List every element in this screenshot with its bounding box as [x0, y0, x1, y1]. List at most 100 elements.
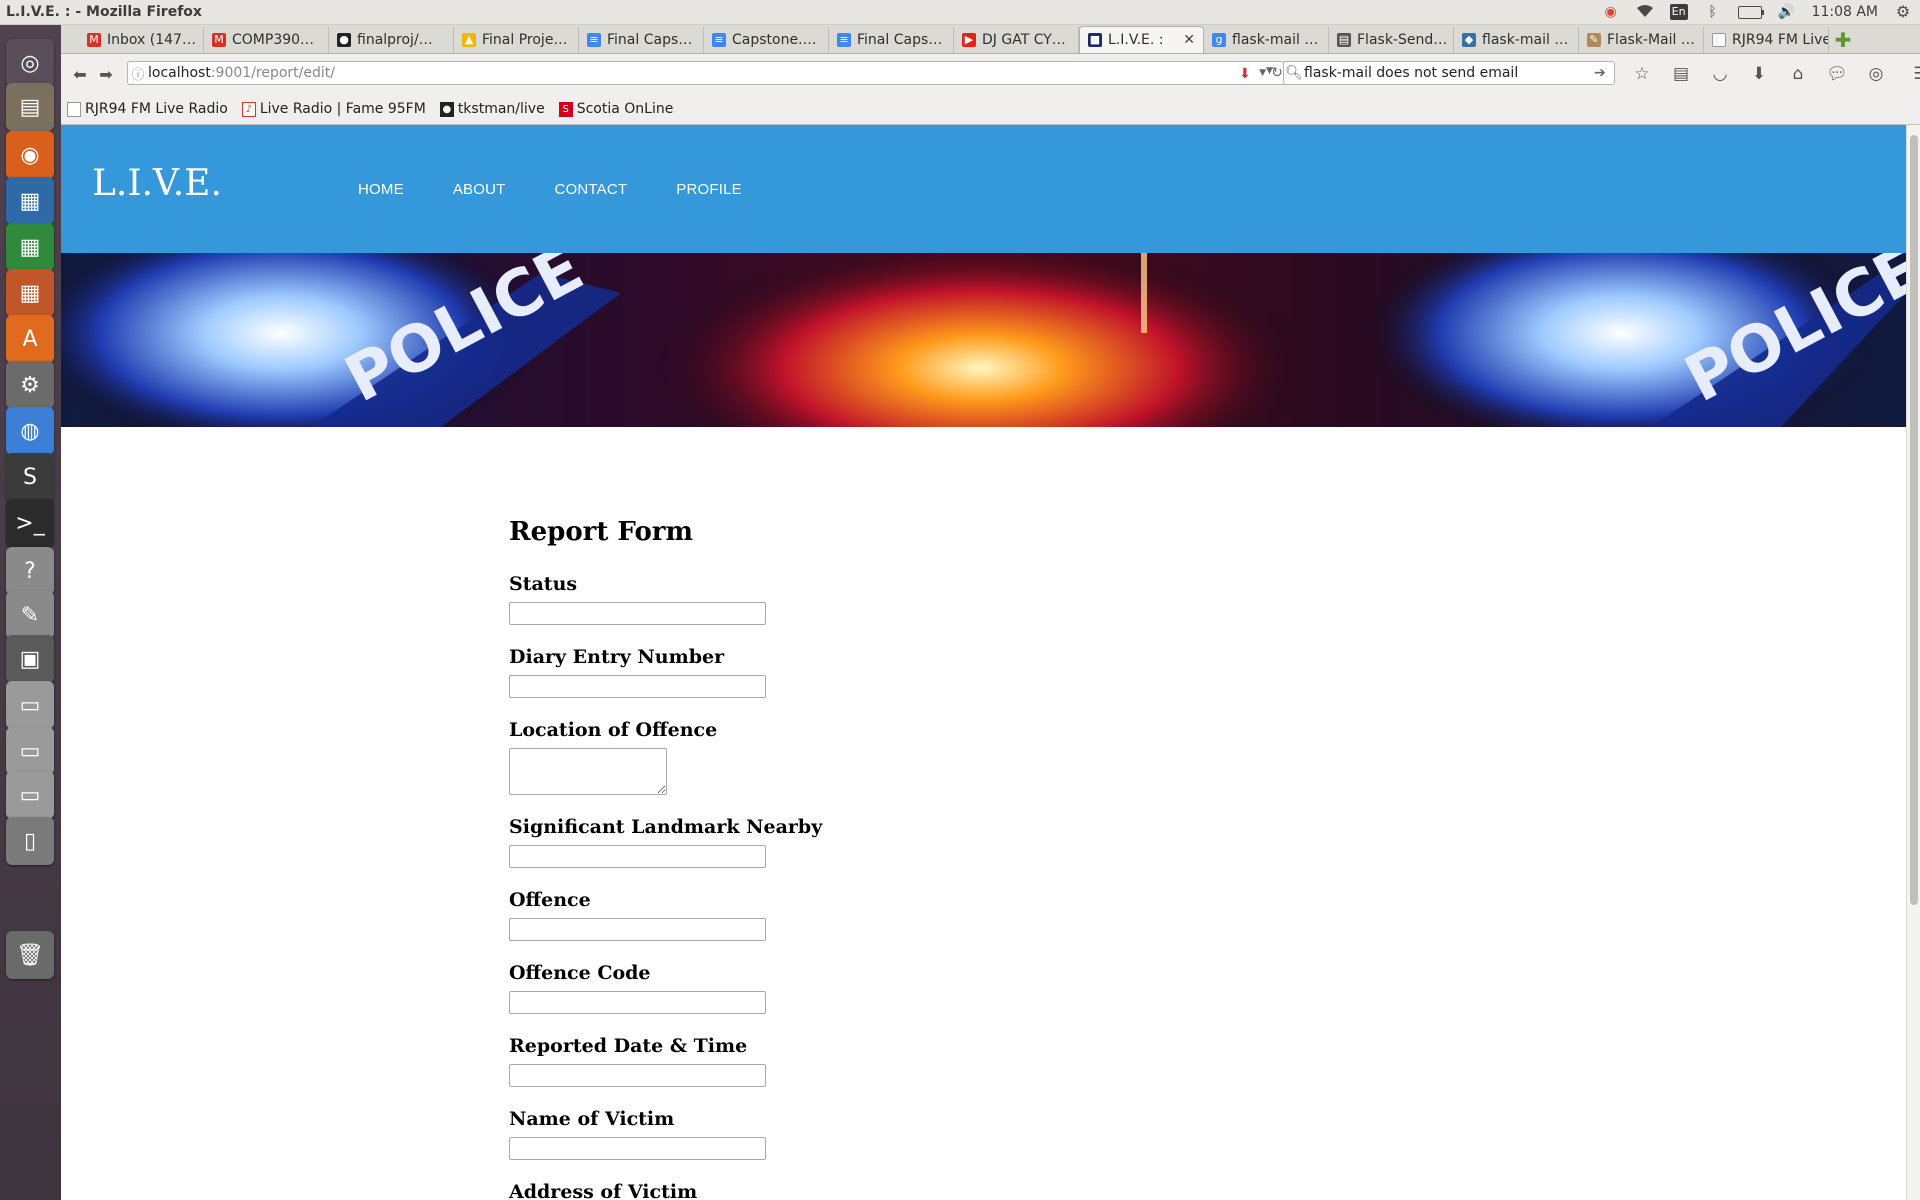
bookmark-item[interactable]: ♪ Live Radio | Fame 95FM [241, 101, 426, 117]
home-icon[interactable]: ⌂ [1785, 61, 1811, 87]
tab-favicon-icon: ▤ [1337, 33, 1351, 47]
url-bar[interactable]: ⓘ localhost:9001/report/edit/ ▼ ↻ [127, 61, 1289, 85]
tab-9[interactable]: ■ L.I.V.E. : ✕ [1079, 26, 1204, 53]
url-dropdown-icon[interactable]: ▼ [1259, 68, 1266, 78]
launcher-software-center-icon[interactable]: A [6, 315, 54, 363]
media-player-glyph: ▯ [23, 828, 37, 854]
launcher-media-player-icon[interactable]: ▯ [6, 817, 54, 865]
window-title: L.I.V.E. : - Mozilla Firefox [6, 4, 202, 20]
tab-1[interactable]: M Inbox (147… [79, 27, 204, 53]
nav-link-home[interactable]: HOME [358, 181, 404, 198]
diary-entry-number-field[interactable] [509, 675, 766, 698]
back-button[interactable]: ⬅ [67, 61, 93, 87]
launcher-drive-3-icon[interactable]: ▭ [6, 771, 54, 819]
tab-6[interactable]: ≡ Capstone.… [704, 27, 829, 53]
launcher-terminal-icon[interactable]: >_ [6, 499, 54, 547]
tab-label: RJR94 FM Live… [1732, 32, 1828, 48]
tab-3[interactable]: ● finalproj/… [329, 27, 454, 53]
launcher-settings-icon[interactable]: ⚙ [6, 361, 54, 409]
launcher-dash-home-icon[interactable]: ◎ [6, 39, 54, 87]
chrome-indicator-icon[interactable]: ◉ [1602, 4, 1620, 20]
reported-date-and-time-field[interactable] [509, 1064, 766, 1087]
launcher-drive-1-icon[interactable]: ▭ [6, 681, 54, 729]
launcher-drive-2-icon[interactable]: ▭ [6, 727, 54, 775]
search-input[interactable]: flask-mail does not send email [1304, 65, 1518, 81]
name-of-victim-field[interactable] [509, 1137, 766, 1160]
launcher-writer-icon[interactable]: ▦ [6, 177, 54, 225]
tab-8[interactable]: ▶ DJ GAT CY… [954, 27, 1079, 53]
tab-2[interactable]: M COMP390… [204, 27, 329, 53]
tab-favicon-icon: ▶ [962, 33, 976, 47]
new-tab-button[interactable]: ✚ [1829, 27, 1857, 53]
download-blocker-icon[interactable]: ⬇ [1239, 66, 1251, 82]
battery-icon[interactable] [1737, 5, 1764, 19]
top-panel: L.I.V.E. : - Mozilla Firefox ◉ En ᛒ 🔊 11… [0, 0, 1920, 25]
nav-link-about[interactable]: ABOUT [453, 181, 506, 198]
bookmarks-toolbar: RJR94 FM Live Radio ♪ Live Radio | Fame 95… [61, 94, 1920, 125]
status-label: Status [509, 573, 578, 595]
files-glyph: ▤ [19, 94, 41, 120]
launcher-files-icon[interactable]: ▤ [6, 83, 54, 131]
page-scrollbar[interactable] [1906, 125, 1920, 1200]
launcher-impress-icon[interactable]: ▦ [6, 269, 54, 317]
downloads-icon[interactable]: ⬇ [1746, 61, 1772, 87]
launcher-chrome-icon[interactable]: ◍ [6, 407, 54, 455]
location-of-offence-field[interactable] [509, 748, 667, 795]
tab-12[interactable]: ◆ flask-mail … [1454, 27, 1579, 53]
reading-list-icon[interactable]: ▤ [1668, 61, 1694, 87]
gear-icon[interactable]: ⚙ [1894, 4, 1912, 20]
status-field[interactable] [509, 602, 766, 625]
extension-icon[interactable]: ◎ [1863, 61, 1889, 87]
bookmark-item[interactable]: ● tkstman/live [439, 101, 545, 117]
site-brand[interactable]: L.I.V.E. [92, 163, 222, 204]
chat-icon[interactable]: 💬︎ [1824, 61, 1850, 87]
launcher-sublime-icon[interactable]: S [6, 453, 54, 501]
tab-label: L.I.V.E. : [1108, 32, 1164, 48]
launcher-trash-icon[interactable]: 🗑 [6, 931, 54, 979]
site-nav: HOME ABOUT CONTACT PROFILE [358, 181, 742, 198]
offence-code-field[interactable] [509, 991, 766, 1014]
offence-field[interactable] [509, 918, 766, 941]
calc-glyph: ▦ [19, 234, 41, 260]
tab-10[interactable]: g flask-mail … [1204, 27, 1329, 53]
pocket-icon[interactable]: ◡ [1707, 61, 1733, 87]
search-engine-dropdown[interactable]: ▼ [1266, 66, 1273, 76]
tab-14[interactable]: RJR94 FM Live… [1704, 27, 1829, 53]
clock[interactable]: 11:08 AM [1812, 4, 1878, 20]
tab-7[interactable]: ≡ Final Caps… [829, 27, 954, 53]
tab-favicon-icon: ≡ [837, 33, 851, 47]
wifi-icon[interactable] [1636, 4, 1654, 20]
site-identity-icon[interactable]: ⓘ [128, 64, 148, 83]
search-go-icon[interactable]: ➔ [1594, 65, 1614, 81]
writer-glyph: ▦ [19, 188, 41, 214]
tab-11[interactable]: ▤ Flask-Send… [1329, 27, 1454, 53]
volume-icon[interactable]: 🔊 [1778, 4, 1796, 20]
significant-landmark-nearby-field[interactable] [509, 845, 766, 868]
form-fields: Status Diary Entry Number Location of Offe… [509, 573, 822, 1200]
launcher-text-editor-icon[interactable]: ✎ [6, 591, 54, 639]
bookmark-item[interactable]: RJR94 FM Live Radio [67, 101, 228, 117]
nav-link-contact[interactable]: CONTACT [555, 181, 628, 198]
software-center-glyph: A [22, 326, 38, 352]
launcher-calc-icon[interactable]: ▦ [6, 223, 54, 271]
nav-link-profile[interactable]: PROFILE [676, 181, 742, 198]
scrollbar-thumb[interactable] [1910, 135, 1918, 905]
tab-favicon-icon [1712, 33, 1726, 47]
launcher-help-icon[interactable]: ? [6, 547, 54, 595]
bluetooth-icon[interactable]: ᛒ [1704, 4, 1722, 20]
url-host: localhost [148, 65, 211, 81]
launcher-workspaces-icon[interactable]: ▣ [6, 635, 54, 683]
keyboard-language-indicator[interactable]: En [1669, 4, 1688, 20]
bookmark-label: Live Radio | Fame 95FM [259, 101, 426, 117]
hamburger-menu-icon[interactable]: ☰ [1908, 61, 1920, 87]
bookmark-item[interactable]: S Scotia OnLine [558, 101, 673, 117]
tab-13[interactable]: ✎ Flask-Mail … [1579, 27, 1704, 53]
search-bar[interactable]: 🔍︎ flask-mail does not send email ➔ [1283, 61, 1615, 85]
tab-close-icon[interactable]: ✕ [1183, 32, 1195, 48]
bookmark-star-icon[interactable]: ☆ [1629, 61, 1655, 87]
launcher-firefox-icon[interactable]: ◉ [6, 131, 54, 179]
tab-5[interactable]: ≡ Final Caps… [579, 27, 704, 53]
forward-button[interactable]: ➡ [93, 61, 119, 87]
tab-label: Flask-Send… [1357, 32, 1448, 48]
tab-4[interactable]: ▲ Final Proje… [454, 27, 579, 53]
